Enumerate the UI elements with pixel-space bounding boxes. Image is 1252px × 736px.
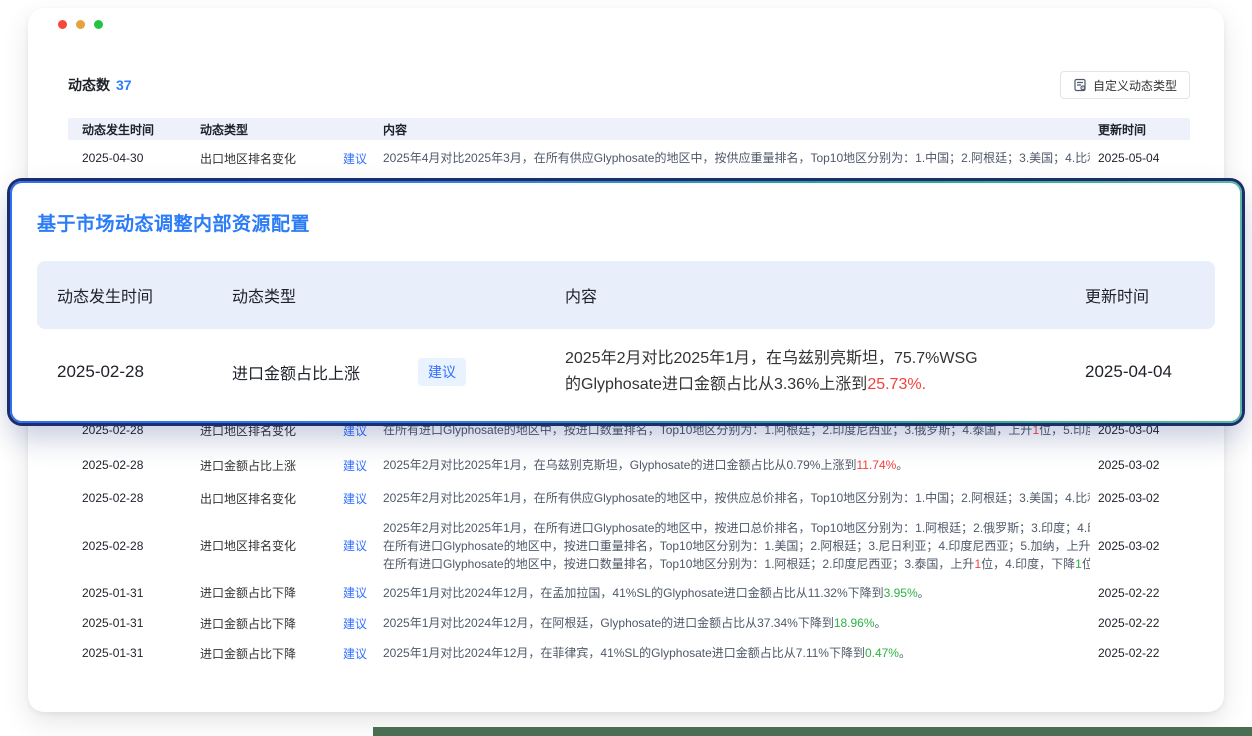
callout-header-type: 动态类型	[232, 283, 565, 307]
header-type: 动态类型	[195, 121, 375, 138]
callout-row-date: 2025-02-28	[37, 362, 232, 382]
row-type: 进口金额占比上涨 建议	[195, 457, 375, 474]
customize-dynamic-type-button[interactable]: 自定义动态类型	[1060, 71, 1190, 99]
row-content: 2025年1月对比2024年12月，在菲律宾，41%SL的Glyphosate进…	[375, 644, 1090, 662]
row-type-label: 出口地区排名变化	[200, 490, 296, 507]
row-type: 进口金额占比下降 建议	[195, 615, 375, 632]
row-content: 在所有进口Glyphosate的地区中，按进口数量排名，Top10地区分别为：1…	[375, 421, 1090, 439]
row-updated: 2025-03-02	[1090, 491, 1190, 505]
callout-header-updated: 更新时间	[1085, 283, 1219, 307]
advice-link[interactable]: 建议	[343, 537, 367, 554]
row-content: 2025年2月对比2025年1月，在所有进口Glyphosate的地区中，按进口…	[375, 519, 1090, 573]
row-content: 2025年1月对比2024年12月，在孟加拉国，41%SL的Glyphosate…	[375, 584, 1090, 602]
file-gear-icon	[1073, 78, 1087, 92]
row-date: 2025-01-31	[68, 646, 195, 660]
callout-title: 基于市场动态调整内部资源配置	[37, 209, 1215, 236]
window-controls	[58, 20, 103, 29]
row-type: 出口地区排名变化 建议	[195, 150, 375, 167]
row-content: 2025年2月对比2025年1月，在乌兹别克斯坦，Glyphosate的进口金额…	[375, 456, 1090, 474]
row-type: 进口金额占比下降 建议	[195, 584, 375, 601]
row-content: 2025年1月对比2024年12月，在阿根廷，Glyphosate的进口金额占比…	[375, 614, 1090, 632]
table-row: 2025-02-28 进口地区排名变化 建议 2025年2月对比2025年1月，…	[68, 514, 1190, 577]
row-date: 2025-01-31	[68, 616, 195, 630]
row-date: 2025-01-31	[68, 586, 195, 600]
row-type: 进口金额占比下降 建议	[195, 645, 375, 662]
row-updated: 2025-02-22	[1090, 586, 1190, 600]
row-type-label: 进口地区排名变化	[200, 537, 296, 554]
dynamics-count-value: 37	[116, 77, 132, 93]
row-updated: 2025-03-02	[1090, 539, 1190, 553]
table-row: 2025-01-31 进口金额占比下降 建议 2025年1月对比2024年12月…	[68, 638, 1190, 668]
row-content: 2025年2月对比2025年1月，在所有供应Glyphosate的地区中，按供应…	[375, 489, 1090, 507]
row-updated: 2025-05-04	[1090, 151, 1190, 165]
callout-table-header: 动态发生时间 动态类型 内容 更新时间	[37, 261, 1215, 329]
row-updated: 2025-02-22	[1090, 646, 1190, 660]
row-date: 2025-04-30	[68, 151, 195, 165]
advice-link[interactable]: 建议	[343, 615, 367, 632]
table-row: 2025-01-31 进口金额占比下降 建议 2025年1月对比2024年12月…	[68, 608, 1190, 638]
row-updated: 2025-03-04	[1090, 423, 1190, 437]
row-updated: 2025-03-02	[1090, 458, 1190, 472]
callout-row-type-label: 进口金额占比上涨	[232, 360, 360, 384]
close-window-button[interactable]	[58, 20, 67, 29]
advice-link[interactable]: 建议	[343, 150, 367, 167]
table-row: 2025-02-28 进口金额占比上涨 建议 2025年2月对比2025年1月，…	[68, 448, 1190, 482]
row-updated: 2025-02-22	[1090, 616, 1190, 630]
advice-link[interactable]: 建议	[343, 490, 367, 507]
maximize-window-button[interactable]	[94, 20, 103, 29]
row-type-label: 进口金额占比下降	[200, 645, 296, 662]
table-header: 动态发生时间 动态类型 内容 更新时间	[68, 118, 1190, 140]
table-row: 2025-01-31 进口金额占比下降 建议 2025年1月对比2024年12月…	[68, 577, 1190, 608]
row-date: 2025-02-28	[68, 491, 195, 505]
row-date: 2025-02-28	[68, 458, 195, 472]
row-type: 出口地区排名变化 建议	[195, 490, 375, 507]
advice-link[interactable]: 建议	[343, 422, 367, 439]
header-date: 动态发生时间	[68, 121, 195, 138]
table-row: 2025-02-28 出口地区排名变化 建议 2025年2月对比2025年1月，…	[68, 482, 1190, 514]
minimize-window-button[interactable]	[76, 20, 85, 29]
callout-advice-badge[interactable]: 建议	[418, 358, 466, 386]
row-type: 进口地区排名变化 建议	[195, 422, 375, 439]
callout-row: 2025-02-28 进口金额占比上涨 建议 2025年2月对比2025年1月，…	[37, 329, 1215, 414]
row-type-label: 进口金额占比下降	[200, 615, 296, 632]
advice-link[interactable]: 建议	[343, 457, 367, 474]
callout-header-content: 内容	[565, 283, 1085, 307]
next-card-edge	[373, 727, 1252, 736]
callout-row-type: 进口金额占比上涨 建议	[232, 358, 565, 386]
callout-row-content: 2025年2月对比2025年1月，在乌兹别亮斯坦，75.7%WSG的Glypho…	[565, 346, 1085, 398]
row-content: 2025年4月对比2025年3月，在所有供应Glyphosate的地区中，按供应…	[375, 149, 1090, 167]
callout-header-date: 动态发生时间	[37, 283, 232, 307]
row-type-label: 进口金额占比下降	[200, 584, 296, 601]
advice-link[interactable]: 建议	[343, 584, 367, 601]
header-content: 内容	[375, 121, 1090, 138]
customize-dynamic-type-label: 自定义动态类型	[1093, 77, 1177, 94]
advice-link[interactable]: 建议	[343, 645, 367, 662]
dynamics-count-label: 动态数	[68, 75, 110, 95]
row-date: 2025-02-28	[68, 423, 195, 437]
dynamics-count: 动态数 37	[68, 75, 132, 95]
callout-row-updated: 2025-04-04	[1085, 362, 1219, 382]
highlight-callout-card: 基于市场动态调整内部资源配置 动态发生时间 动态类型 内容 更新时间 2025-…	[10, 181, 1242, 423]
highlight-callout-inner: 基于市场动态调整内部资源配置 动态发生时间 动态类型 内容 更新时间 2025-…	[12, 183, 1240, 421]
row-type-label: 进口金额占比上涨	[200, 457, 296, 474]
row-type: 进口地区排名变化 建议	[195, 537, 375, 554]
row-type-label: 进口地区排名变化	[200, 422, 296, 439]
row-date: 2025-02-28	[68, 539, 195, 553]
header-updated: 更新时间	[1090, 121, 1190, 138]
table-row: 2025-04-30 出口地区排名变化 建议 2025年4月对比2025年3月，…	[68, 140, 1190, 176]
row-type-label: 出口地区排名变化	[200, 150, 296, 167]
toolbar: 动态数 37 自定义动态类型	[68, 70, 1190, 100]
